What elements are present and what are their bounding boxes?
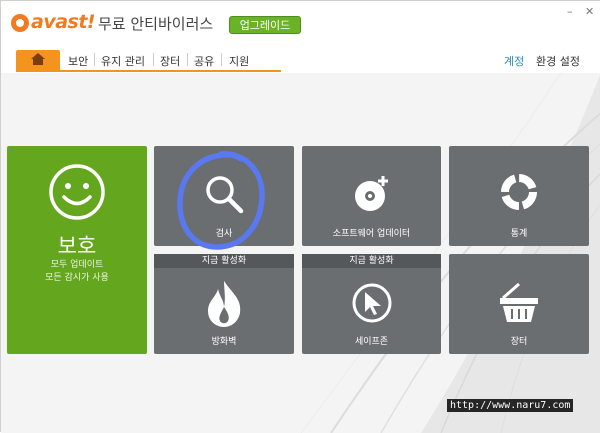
logo-text: avast! <box>31 11 96 33</box>
app-title: 무료 안티바이러스 <box>98 15 214 33</box>
firewall-activate-now[interactable]: 지금 활성화 <box>154 254 294 268</box>
nav-item-maintenance[interactable]: 유지 관리 <box>101 53 145 69</box>
nav-divider <box>94 53 95 66</box>
safezone-tile[interactable]: 지금 활성화 세이프존 <box>302 254 441 354</box>
annotation-circle <box>177 151 265 250</box>
account-link[interactable]: 계정 <box>504 53 524 69</box>
status-title: 보호 <box>57 234 97 258</box>
nav-item-share[interactable]: 공유 <box>194 53 214 69</box>
upgrade-button[interactable]: 업그레이드 <box>229 16 301 34</box>
avast-window: avast! 무료 안티바이러스 업그레이드 – ✕ 보안 유지 관리 장터 공… <box>0 0 600 433</box>
ring-chart-icon <box>501 174 537 210</box>
home-tab[interactable] <box>16 50 60 70</box>
settings-link[interactable]: 환경 설정 <box>536 53 580 69</box>
firewall-label: 방화벽 <box>211 337 237 347</box>
nav-item-security[interactable]: 보안 <box>68 53 88 69</box>
software-updater-tile[interactable]: 소프트웨어 업데이터 <box>302 146 441 246</box>
avast-logo-icon <box>11 14 29 32</box>
nav-underline <box>16 70 281 72</box>
nav-divider <box>187 53 188 66</box>
statistics-label: 통계 <box>510 229 528 239</box>
home-icon <box>31 53 45 65</box>
safezone-activate-now[interactable]: 지금 활성화 <box>302 254 441 268</box>
main-nav: 보안 유지 관리 장터 공유 지원 계정 환경 설정 <box>1 47 600 73</box>
status-line-updates: 모두 업데이트 <box>50 260 104 270</box>
market-label: 장터 <box>510 337 528 347</box>
nav-item-market[interactable]: 장터 <box>160 53 180 69</box>
status-tile[interactable]: 보호 모두 업데이트 모든 감시가 사용 <box>7 146 147 354</box>
nav-divider <box>153 53 154 66</box>
flame-icon <box>208 281 241 327</box>
close-button[interactable]: ✕ <box>585 5 594 18</box>
statistics-tile[interactable]: 통계 <box>449 146 589 246</box>
nav-divider <box>221 53 222 66</box>
avast-logo: avast! <box>11 10 96 36</box>
safezone-label: 세이프존 <box>354 337 389 347</box>
disc-plus-icon <box>355 176 388 211</box>
nav-item-support[interactable]: 지원 <box>229 53 249 69</box>
title-bar: avast! 무료 안티바이러스 업그레이드 – ✕ <box>1 1 600 47</box>
smiley-icon <box>49 164 105 220</box>
minimize-button[interactable]: – <box>567 5 573 18</box>
firewall-tile[interactable]: 지금 활성화 방화벽 <box>154 254 294 354</box>
status-line-shields: 모든 감시가 사용 <box>45 273 109 283</box>
watermark: http://www.naru7.com <box>447 399 574 412</box>
software-updater-label: 소프트웨어 업데이터 <box>332 229 411 239</box>
market-tile[interactable]: 장터 <box>449 254 589 354</box>
cursor-icon <box>352 283 392 323</box>
basket-icon <box>500 282 538 322</box>
